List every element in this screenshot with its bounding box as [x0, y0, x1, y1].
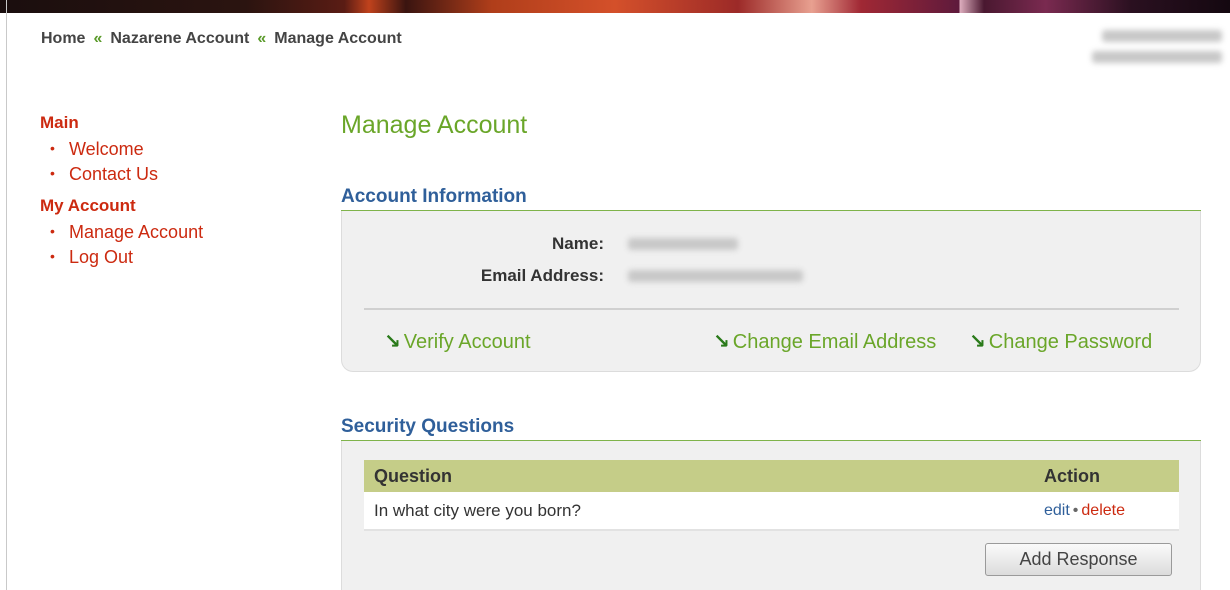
manage-account-link[interactable]: Manage Account	[69, 222, 203, 242]
security-questions-panel: Question Action In what city were you bo…	[341, 441, 1201, 590]
add-response-button[interactable]: Add Response	[985, 543, 1172, 576]
welcome-link[interactable]: Welcome	[69, 139, 144, 159]
change-password-link[interactable]: ↘ Change Password	[969, 329, 1152, 354]
main-content: Manage Account Account Information Name:…	[341, 110, 1201, 590]
page-title: Manage Account	[341, 111, 528, 139]
security-questions-table: Question Action In what city were you bo…	[364, 460, 1179, 531]
action-separator: •	[1072, 501, 1079, 519]
change-password-label: Change Password	[988, 331, 1153, 353]
sidebar-item-manage-account: Manage Account	[50, 219, 300, 244]
question-cell: In what city were you born?	[364, 492, 1026, 531]
down-right-arrow-icon: ↘	[713, 331, 730, 353]
table-row: In what city were you born? edit • delete	[364, 492, 1179, 531]
column-header-question: Question	[364, 460, 1026, 492]
sidebar-heading-main: Main	[40, 113, 79, 132]
breadcrumb-current: Manage Account	[274, 30, 402, 47]
sidebar-item-contact-us: Contact Us	[50, 161, 300, 186]
sidebar-item-log-out: Log Out	[50, 244, 300, 269]
verify-account-label: Verify Account	[403, 331, 531, 353]
sidebar-heading-my-account: My Account	[40, 196, 136, 215]
sidebar-item-welcome: Welcome	[50, 136, 300, 161]
breadcrumb: Home « Nazarene Account « Manage Account	[41, 30, 402, 48]
delete-link[interactable]: delete	[1081, 502, 1125, 519]
user-name-redacted	[1102, 30, 1222, 42]
breadcrumb-separator: «	[257, 30, 267, 47]
column-header-action: Action	[1026, 460, 1179, 492]
verify-account-link[interactable]: ↘ Verify Account	[384, 329, 531, 354]
log-out-link[interactable]: Log Out	[69, 247, 133, 267]
edit-link[interactable]: edit	[1044, 502, 1070, 519]
sidebar: Main Welcome Contact Us My Account Manag…	[40, 113, 300, 279]
change-email-label: Change Email Address	[732, 331, 937, 353]
name-row: Name:	[342, 234, 1202, 256]
down-right-arrow-icon: ↘	[384, 331, 401, 353]
contact-us-link[interactable]: Contact Us	[69, 164, 158, 184]
email-label: Email Address:	[480, 266, 604, 285]
breadcrumb-nazarene-account[interactable]: Nazarene Account	[110, 30, 249, 48]
change-email-link[interactable]: ↘ Change Email Address	[713, 329, 936, 354]
breadcrumb-home[interactable]: Home	[41, 30, 85, 48]
action-cell: edit • delete	[1026, 492, 1179, 531]
down-right-arrow-icon: ↘	[969, 331, 986, 353]
sidebar-list-my-account: Manage Account Log Out	[50, 219, 300, 269]
name-value-redacted	[628, 238, 738, 250]
security-questions-heading: Security Questions	[341, 416, 515, 437]
page-left-border	[6, 0, 7, 590]
name-label: Name:	[552, 234, 604, 253]
user-email-redacted	[1092, 51, 1222, 63]
panel-divider	[364, 308, 1179, 310]
header-banner	[0, 0, 1230, 13]
table-header-row: Question Action	[364, 460, 1179, 492]
account-information-panel: Name: Email Address: ↘ Verify Account ↘ Ch…	[341, 211, 1201, 372]
user-info	[1092, 30, 1222, 63]
email-row: Email Address:	[342, 266, 1202, 288]
sidebar-list-main: Welcome Contact Us	[50, 136, 300, 186]
breadcrumb-separator: «	[93, 30, 103, 47]
account-information-heading: Account Information	[341, 186, 527, 207]
email-value-redacted	[628, 270, 803, 282]
